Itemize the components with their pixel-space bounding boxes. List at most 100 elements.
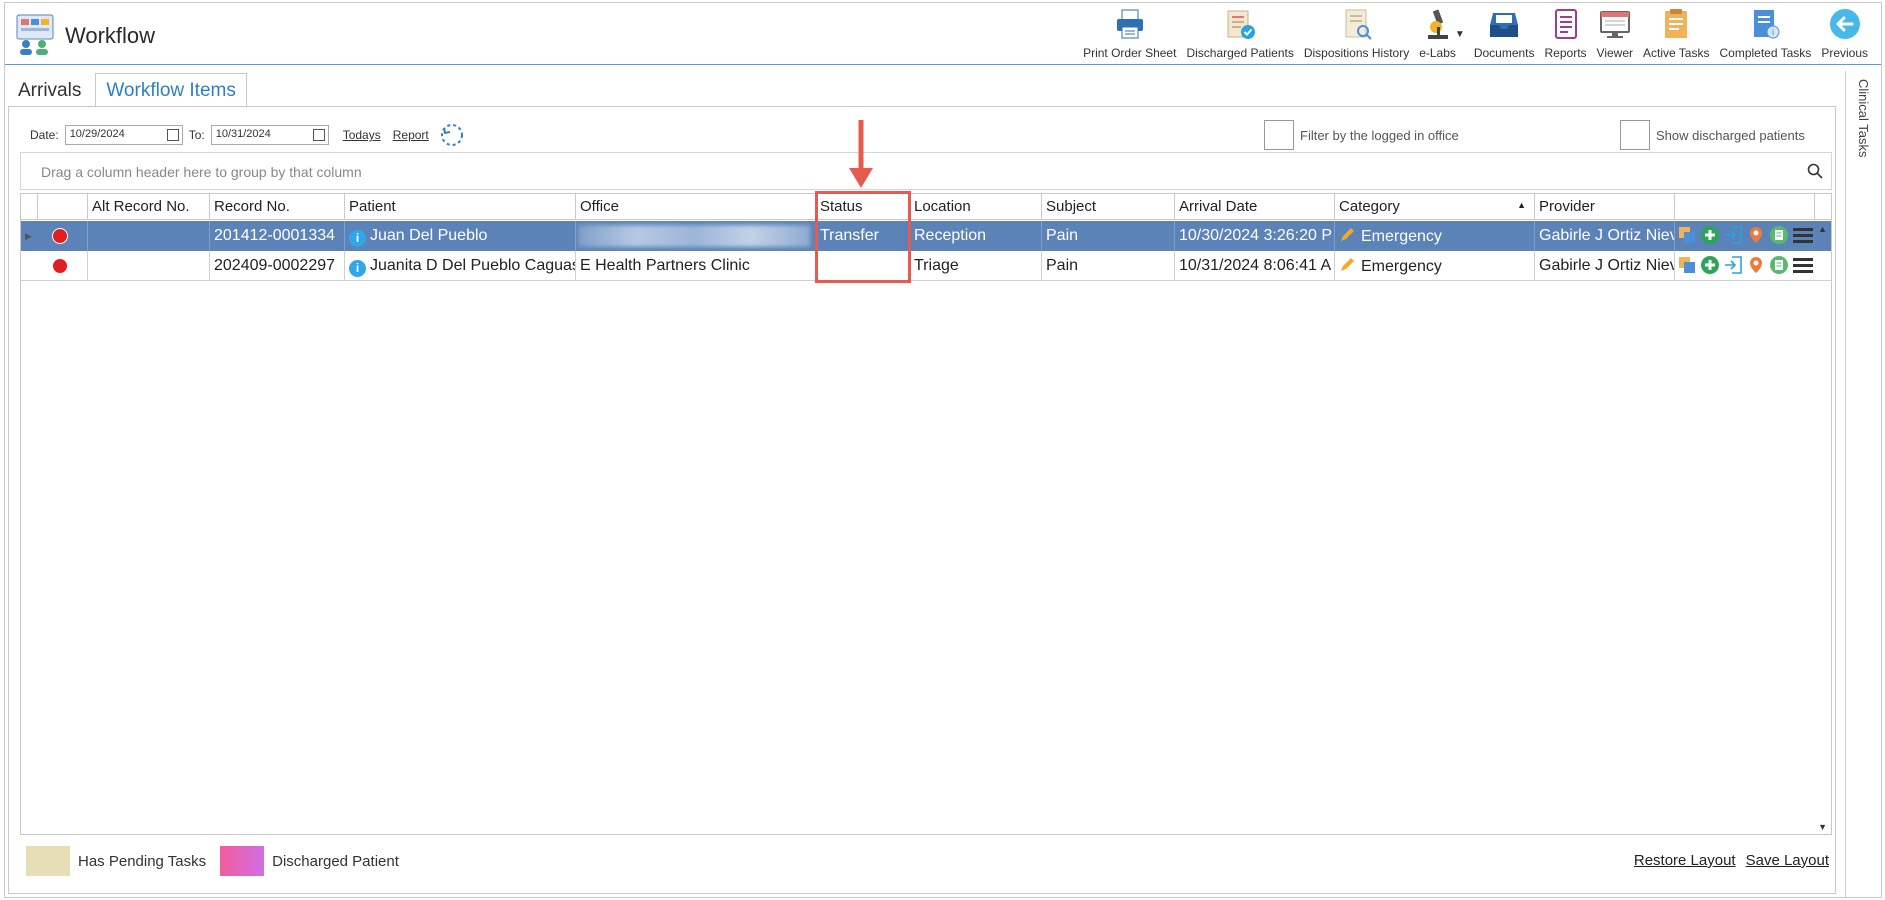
e-labs-button[interactable]: e-Labs xyxy=(1414,7,1461,60)
discharged-patients-button[interactable]: Discharged Patients xyxy=(1181,7,1298,60)
location-pin-icon[interactable] xyxy=(1746,255,1766,275)
notes-circle-icon[interactable] xyxy=(1769,255,1789,275)
dispositions-history-icon xyxy=(1345,9,1372,40)
pending-tasks-label: Has Pending Tasks xyxy=(78,852,207,870)
row-actions xyxy=(1677,225,1814,245)
scroll-down-arrow-icon[interactable]: ▼ xyxy=(1818,822,1827,832)
cell-location: Triage xyxy=(910,251,1042,281)
header-alt-record[interactable]: Alt Record No. xyxy=(88,194,210,220)
previous-button[interactable]: Previous xyxy=(1816,7,1873,60)
header-office[interactable]: Office xyxy=(576,194,816,220)
tab-workflow-items[interactable]: Workflow Items xyxy=(95,73,247,106)
check-in-icon[interactable] xyxy=(1723,255,1743,275)
page-title: Workflow xyxy=(65,23,156,48)
sort-ascending-icon: ▲ xyxy=(1517,200,1526,210)
dispositions-history-button[interactable]: Dispositions History xyxy=(1299,7,1414,60)
header-status-dot-cell xyxy=(38,194,88,220)
menu-icon[interactable] xyxy=(1792,225,1814,245)
check-in-icon[interactable] xyxy=(1723,225,1743,245)
header-record-no[interactable]: Record No. xyxy=(210,194,345,220)
annotation-arrow-icon xyxy=(849,120,873,188)
location-pin-icon[interactable] xyxy=(1746,225,1766,245)
date-from-input[interactable]: 10/29/2024 xyxy=(64,125,183,145)
layout-links: Restore Layout Save Layout xyxy=(1634,852,1829,869)
cell-category: Emergency xyxy=(1335,251,1535,281)
row-actions xyxy=(1677,255,1814,275)
e-labs-dropdown-caret-icon[interactable]: ▼ xyxy=(1455,29,1465,40)
redacted-office-blur xyxy=(578,225,810,247)
viewer-button[interactable]: Viewer xyxy=(1592,7,1638,60)
save-layout-link[interactable]: Save Layout xyxy=(1746,852,1829,869)
header-patient[interactable]: Patient xyxy=(345,194,576,220)
group-by-panel[interactable]: Drag a column header here to group by th… xyxy=(20,152,1832,190)
header-provider[interactable]: Provider xyxy=(1535,194,1675,220)
legend: Has Pending Tasks Discharged Patient xyxy=(26,846,399,876)
show-discharged-option[interactable]: Show discharged patients xyxy=(1620,120,1805,150)
discharged-patient-swatch xyxy=(220,846,265,876)
date-to-input[interactable]: 10/31/2024 xyxy=(210,125,329,145)
back-arrow-icon xyxy=(1829,9,1860,39)
restore-layout-link[interactable]: Restore Layout xyxy=(1634,852,1736,869)
report-link[interactable]: Report xyxy=(393,128,429,142)
cell-location: Reception xyxy=(910,221,1042,251)
header-subject[interactable]: Subject xyxy=(1042,194,1175,220)
calendar-icon[interactable] xyxy=(312,129,325,141)
cell-alt-record xyxy=(88,221,210,251)
documents-button[interactable]: Documents xyxy=(1469,7,1540,60)
cell-category: Emergency xyxy=(1335,221,1535,251)
cell-office xyxy=(576,221,816,251)
header-actions xyxy=(1675,194,1815,220)
filter-office-label: Filter by the logged in office xyxy=(1300,127,1459,143)
header-category[interactable]: Category ▲ xyxy=(1335,194,1535,220)
print-order-sheet-button[interactable]: Print Order Sheet xyxy=(1078,7,1181,60)
patient-info-icon[interactable]: i xyxy=(349,230,366,247)
header-location[interactable]: Location xyxy=(910,194,1042,220)
active-tasks-button[interactable]: Active Tasks xyxy=(1638,7,1714,60)
documents-stack-icon[interactable] xyxy=(1677,225,1697,245)
filter-office-checkbox[interactable] xyxy=(1264,120,1294,150)
date-label: Date: xyxy=(30,128,59,142)
todays-link[interactable]: Todays xyxy=(343,128,381,142)
tab-bar: Arrivals Workflow Items xyxy=(10,72,247,106)
scroll-up-arrow-icon[interactable]: ▲ xyxy=(1818,224,1827,234)
menu-icon[interactable] xyxy=(1792,255,1814,275)
show-discharged-label: Show discharged patients xyxy=(1656,127,1805,143)
search-icon[interactable] xyxy=(1807,163,1823,179)
tab-arrivals[interactable]: Arrivals xyxy=(10,74,89,106)
show-discharged-checkbox[interactable] xyxy=(1620,120,1650,150)
calendar-icon[interactable] xyxy=(166,129,179,141)
grid-header: Alt Record No. Record No. Patient Office… xyxy=(21,194,1831,220)
reports-button[interactable]: Reports xyxy=(1540,7,1592,60)
toolbar: Print Order Sheet Discharged Patients Di… xyxy=(1078,7,1873,63)
header-arrival-date[interactable]: Arrival Date xyxy=(1175,194,1335,220)
cell-subject: Pain xyxy=(1042,251,1175,281)
group-by-hint: Drag a column header here to group by th… xyxy=(41,164,362,180)
cell-record-no: 201412-0001334 xyxy=(210,221,345,251)
cell-provider: Gabirle J Ortiz Nieve xyxy=(1535,221,1675,251)
add-plus-icon[interactable] xyxy=(1700,225,1720,245)
reports-icon xyxy=(1554,9,1577,39)
svg-text:i: i xyxy=(1773,28,1775,37)
clinical-tasks-side-panel[interactable]: Clinical Tasks xyxy=(1845,71,1881,897)
printer-icon xyxy=(1116,9,1143,39)
table-row[interactable]: ▶ 201412-0001334 i Juan Del Pueblo Transf… xyxy=(21,221,1831,251)
discharged-patient-label: Discharged Patient xyxy=(272,852,399,870)
documents-stack-icon[interactable] xyxy=(1677,255,1697,275)
cell-arrival-date: 10/31/2024 8:06:41 A xyxy=(1175,251,1335,281)
completed-tasks-button[interactable]: i Completed Tasks xyxy=(1714,7,1816,60)
notes-circle-icon[interactable] xyxy=(1769,225,1789,245)
cell-office: E Health Partners Clinic xyxy=(576,251,816,281)
filter-office-option[interactable]: Filter by the logged in office xyxy=(1264,120,1459,150)
cell-provider: Gabirle J Ortiz Nieve xyxy=(1535,251,1675,281)
patient-info-icon[interactable]: i xyxy=(349,260,366,277)
active-tasks-icon xyxy=(1665,9,1688,38)
header: Workflow Print Order Sheet Discharged Pa… xyxy=(5,3,1881,65)
discharged-patients-icon xyxy=(1227,10,1256,39)
workflow-logo-icon xyxy=(16,14,54,55)
table-row[interactable]: 202409-0002297 i Juanita D Del Pueblo Cag… xyxy=(21,251,1831,281)
completed-tasks-icon: i xyxy=(1754,10,1780,39)
cell-record-no: 202409-0002297 xyxy=(210,251,345,281)
refresh-icon[interactable] xyxy=(439,122,465,148)
date-filter-row: Date: 10/29/2024 To: 10/31/2024 Todays R… xyxy=(18,122,465,148)
add-plus-icon[interactable] xyxy=(1700,255,1720,275)
